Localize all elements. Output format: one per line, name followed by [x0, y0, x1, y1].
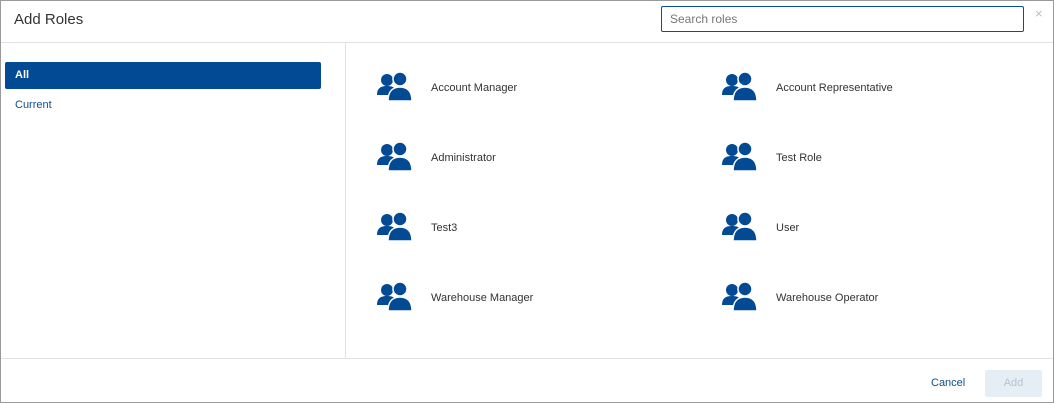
sidebar-item-all[interactable]: All: [5, 62, 321, 89]
users-icon: [722, 141, 758, 172]
users-icon: [377, 281, 413, 312]
dialog-header: Add Roles ×: [1, 1, 1053, 43]
users-icon: [377, 71, 413, 102]
add-roles-dialog: Add Roles × All Current Account Manager: [0, 0, 1054, 403]
roles-grid: Account Manager Account Representative A…: [347, 43, 1053, 358]
dialog-title: Add Roles: [14, 11, 84, 28]
dialog-footer: Cancel Add: [1, 358, 1053, 402]
cancel-button[interactable]: Cancel: [931, 377, 965, 389]
role-label: Warehouse Operator: [776, 292, 879, 304]
search-input[interactable]: [661, 6, 1024, 32]
role-label: User: [776, 222, 800, 234]
role-item-account-representative[interactable]: Account Representative: [721, 71, 1021, 111]
role-item-test3[interactable]: Test3: [376, 211, 676, 251]
add-button[interactable]: Add: [985, 370, 1042, 397]
close-icon[interactable]: ×: [1035, 6, 1043, 21]
users-icon: [722, 211, 758, 242]
role-label: Warehouse Manager: [431, 292, 534, 304]
sidebar-item-current[interactable]: Current: [5, 92, 321, 119]
role-item-administrator[interactable]: Administrator: [376, 141, 676, 181]
role-label: Test Role: [776, 152, 822, 164]
role-item-warehouse-operator[interactable]: Warehouse Operator: [721, 281, 1021, 321]
role-label: Account Representative: [776, 82, 893, 94]
role-label: Test3: [431, 222, 458, 234]
role-item-account-manager[interactable]: Account Manager: [376, 71, 676, 111]
users-icon: [722, 281, 758, 312]
users-icon: [722, 71, 758, 102]
role-item-user[interactable]: User: [721, 211, 1021, 251]
users-icon: [377, 211, 413, 242]
role-label: Administrator: [431, 152, 496, 164]
role-label: Account Manager: [431, 82, 518, 94]
users-icon: [377, 141, 413, 172]
role-item-warehouse-manager[interactable]: Warehouse Manager: [376, 281, 676, 321]
sidebar: All Current: [1, 43, 346, 358]
role-item-test-role[interactable]: Test Role: [721, 141, 1021, 181]
